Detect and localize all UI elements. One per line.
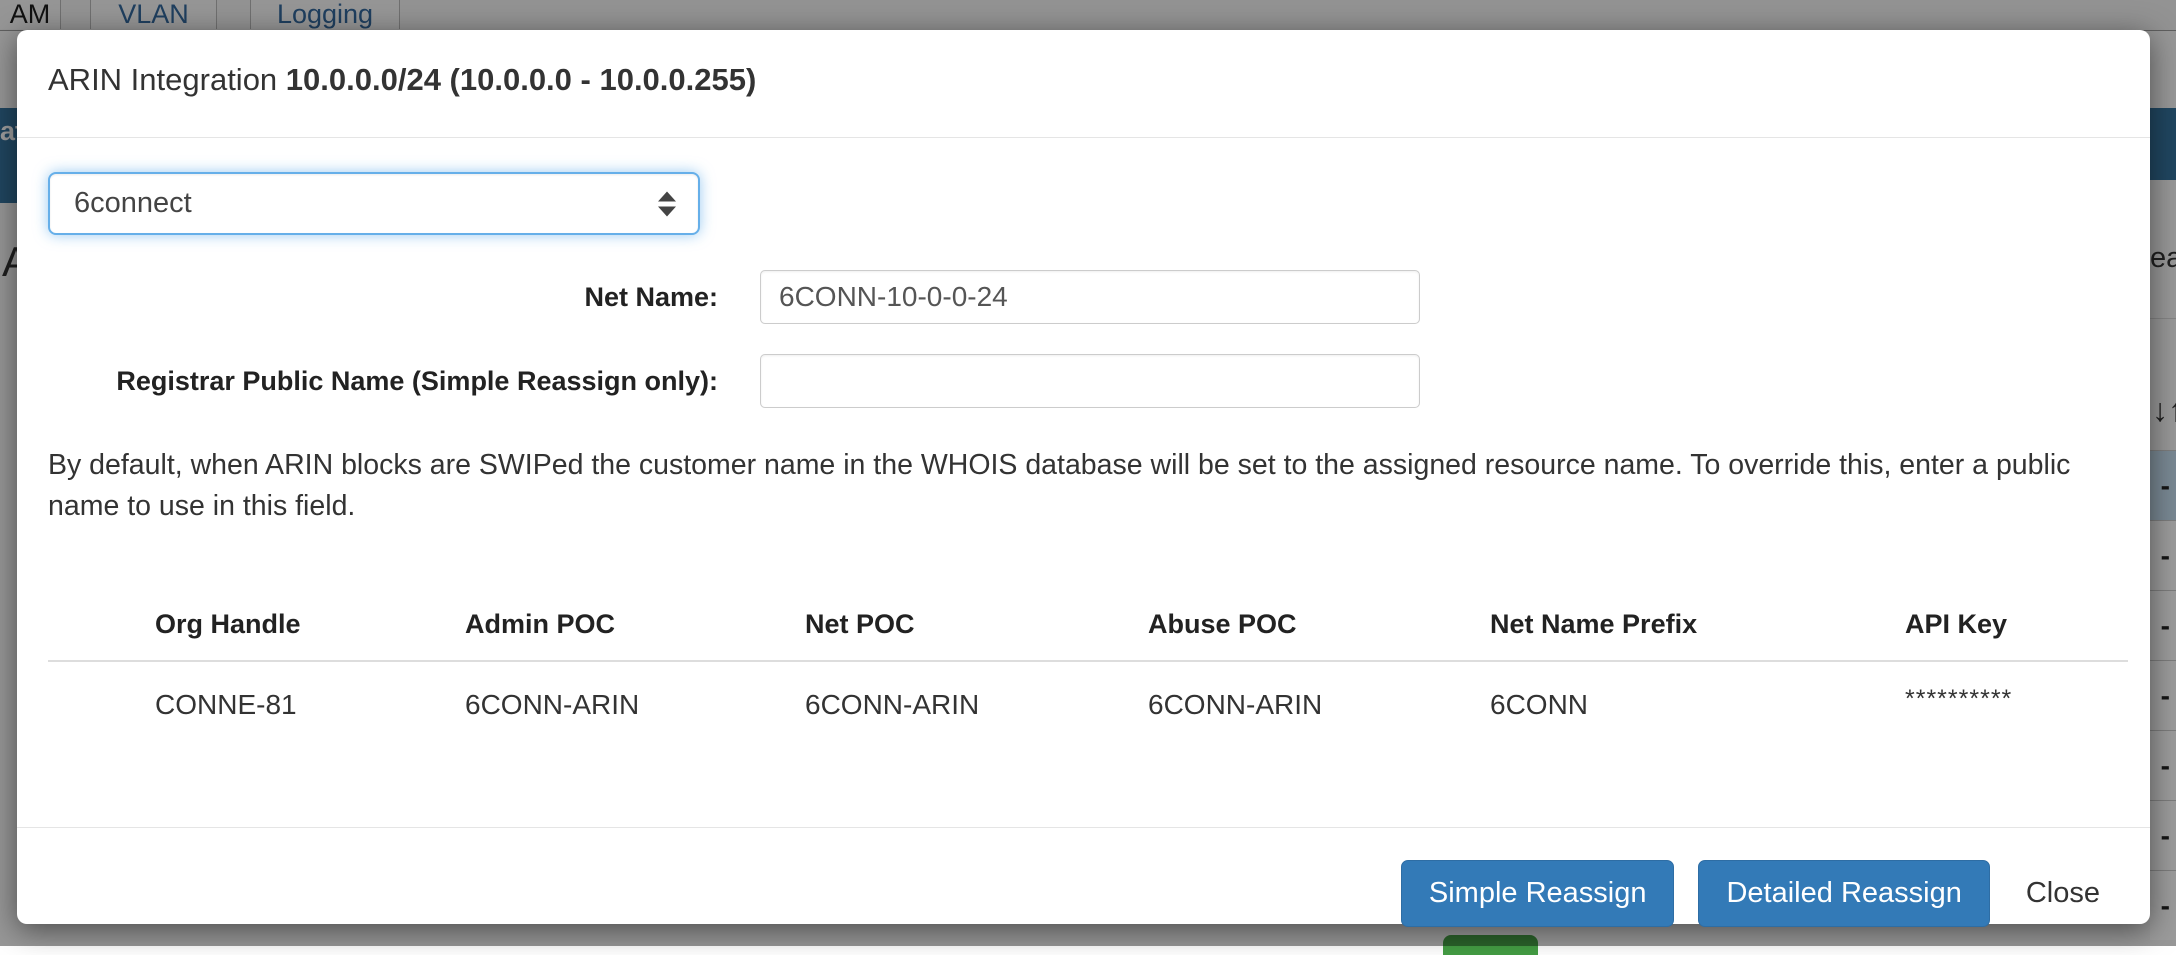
modal-footer: Simple Reassign Detailed Reassign Close (17, 827, 2150, 924)
registrar-public-name-label: Registrar Public Name (Simple Reassign o… (48, 366, 718, 397)
cell-admin-poc: 6CONN-ARIN (465, 689, 805, 721)
col-net-name-prefix: Net Name Prefix (1490, 609, 1905, 640)
net-name-label: Net Name: (48, 282, 718, 313)
net-name-row: Net Name: (48, 270, 1420, 324)
modal-header: ARIN Integration 10.0.0.0/24 (10.0.0.0 -… (17, 30, 2150, 138)
registrar-public-name-row: Registrar Public Name (Simple Reassign o… (48, 354, 1420, 408)
modal-title: ARIN Integration 10.0.0.0/24 (10.0.0.0 -… (48, 62, 756, 98)
title-prefix: ARIN Integration (48, 62, 277, 97)
org-table-row: CONNE-81 6CONN-ARIN 6CONN-ARIN 6CONN-ARI… (48, 662, 2128, 748)
integration-select[interactable]: 6connect (48, 172, 700, 235)
col-abuse-poc: Abuse POC (1148, 609, 1490, 640)
col-admin-poc: Admin POC (465, 609, 805, 640)
col-net-poc: Net POC (805, 609, 1148, 640)
registrar-public-name-input[interactable] (760, 354, 1420, 408)
detailed-reassign-button[interactable]: Detailed Reassign (1698, 860, 1989, 927)
org-table-header: Org Handle Admin POC Net POC Abuse POC N… (48, 600, 2128, 648)
integration-select-value: 6connect (74, 187, 192, 220)
net-name-input[interactable] (760, 270, 1420, 324)
cell-org-handle: CONNE-81 (155, 689, 465, 721)
cell-api-key: ********** (1905, 685, 2012, 713)
org-table: Org Handle Admin POC Net POC Abuse POC N… (48, 600, 2128, 748)
cell-abuse-poc: 6CONN-ARIN (1148, 689, 1490, 721)
cell-net-poc: 6CONN-ARIN (805, 689, 1148, 721)
col-api-key: API Key (1905, 609, 2128, 640)
select-updown-icon (658, 191, 676, 216)
cell-net-name-prefix: 6CONN (1490, 689, 1905, 721)
col-org-handle: Org Handle (155, 609, 465, 640)
arin-integration-modal: ARIN Integration 10.0.0.0/24 (10.0.0.0 -… (17, 30, 2150, 924)
title-resource: 10.0.0.0/24 (10.0.0.0 - 10.0.0.255) (286, 62, 757, 97)
simple-reassign-button[interactable]: Simple Reassign (1401, 860, 1675, 927)
swip-description: By default, when ARIN blocks are SWIPed … (48, 445, 2118, 527)
close-button[interactable]: Close (2020, 877, 2106, 910)
